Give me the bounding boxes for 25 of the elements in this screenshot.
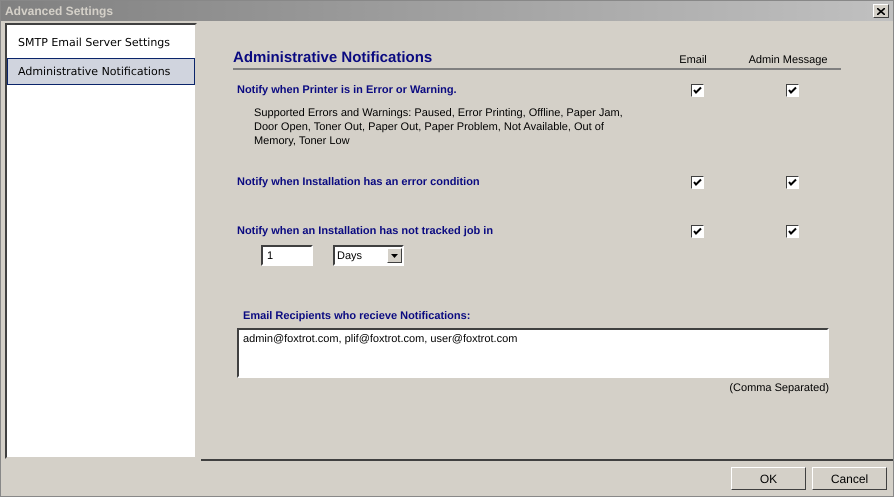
hint-text: (Comma Separated): [728, 382, 829, 394]
sidebar-item[interactable]: Administrative Notifications: [7, 58, 195, 85]
notification-label: Notify when an Installation has not tracked job in: [237, 225, 494, 237]
checkbox[interactable]: [786, 176, 798, 189]
description-text: Supported Errors and Warnings: Paused, Error Printing, Offline, Paper Jam, Door Open, Toner Out, Paper Out, Paper Problem, Not Available, Out of Memory, Toner Low: [254, 106, 624, 148]
checkbox[interactable]: [786, 225, 798, 238]
checkbox[interactable]: [690, 176, 704, 189]
column-header: Admin Message: [748, 54, 828, 66]
section-title: Administrative Notifications: [233, 49, 434, 66]
notification-label: Notify when Installation has an error condition: [237, 176, 481, 188]
checkbox[interactable]: [786, 84, 798, 97]
close-button[interactable]: [873, 4, 889, 18]
sidebar-item[interactable]: SMTP Email Server Settings: [7, 29, 195, 56]
checkbox[interactable]: [690, 84, 704, 97]
recipients-field[interactable]: admin@foxtrot.com, plif@foxtrot.com, user@foxtrot.com: [237, 328, 829, 378]
unit-dropdown[interactable]: Days: [333, 245, 404, 266]
checkbox[interactable]: [690, 225, 704, 238]
close-icon: [877, 8, 885, 14]
number-field[interactable]: 1: [261, 245, 313, 266]
cancel-button[interactable]: Cancel: [812, 467, 887, 490]
recipients-label: Email Recipients who recieve Notifications:: [243, 310, 470, 322]
column-header: Email: [678, 54, 708, 66]
window-title: Advanced Settings: [5, 4, 114, 18]
notification-label: Notify when Printer is in Error or Warning.: [237, 84, 458, 96]
ok-button[interactable]: OK: [731, 467, 806, 490]
